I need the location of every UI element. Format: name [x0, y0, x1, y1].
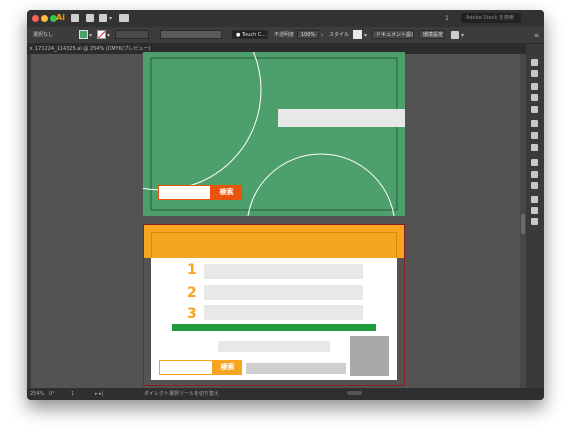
stock-search-input[interactable]: Adobe Stock を検索: [461, 13, 521, 23]
minimize-window-button[interactable]: [41, 15, 48, 22]
symbols-icon[interactable]: [531, 182, 538, 189]
style-label: スタイル: [329, 32, 350, 38]
layers-icon[interactable]: [531, 207, 538, 214]
style-chevron-icon[interactable]: ▾: [364, 31, 367, 40]
arrange-documents-icon[interactable]: [451, 31, 459, 39]
brush-definition-select[interactable]: ● Touch C...: [232, 30, 268, 39]
document-tab[interactable]: 171224_114325.ai @ 254% (CMYK/プレビュー): [35, 45, 151, 53]
header-band: [143, 224, 405, 258]
gradient-icon[interactable]: [531, 132, 538, 139]
brushes-icon[interactable]: [531, 106, 538, 113]
list-item-bar-2: [204, 285, 363, 300]
search-button-bottom[interactable]: 検索: [213, 360, 242, 375]
rotate-view-angle[interactable]: 0°: [49, 390, 55, 398]
list-number-1: 1: [187, 262, 197, 278]
control-panel-menu-icon[interactable]: ≡: [534, 31, 539, 40]
image-placeholder: [350, 336, 389, 376]
title-bar: Ai ▾ 1 Adobe Stock を検索: [27, 10, 544, 27]
search-button-top[interactable]: 検索: [211, 185, 242, 200]
footer-placeholder-bar: [246, 363, 346, 374]
document-settings-button[interactable]: ドキュメント設定: [372, 30, 414, 39]
close-window-button[interactable]: [32, 15, 39, 22]
selection-status: 選択なし: [33, 32, 54, 38]
workspace-switcher[interactable]: 1: [445, 14, 449, 23]
swatches-icon[interactable]: [531, 94, 538, 101]
artboards-icon[interactable]: [531, 218, 538, 225]
appearance-icon[interactable]: [531, 159, 538, 166]
list-number-2: 2: [187, 285, 197, 301]
artboard-top[interactable]: 検索: [143, 52, 405, 216]
export-icon[interactable]: [531, 196, 538, 203]
horizontal-scroll-thumb[interactable]: [347, 391, 362, 395]
preferences-button[interactable]: 環境設定: [419, 30, 445, 39]
artboard-number[interactable]: 1: [71, 390, 74, 398]
bridge-icon[interactable]: [71, 14, 79, 22]
caption-placeholder-bar: [218, 341, 330, 352]
brush-name: Touch C...: [241, 32, 267, 38]
search-input-bottom[interactable]: [159, 360, 213, 375]
artboard-nav-icon[interactable]: ▸ ▸|: [95, 390, 103, 398]
layout-chevron-icon[interactable]: ▾: [109, 14, 112, 23]
graphic-styles-icon[interactable]: [531, 171, 538, 178]
header-guide: [151, 232, 397, 258]
tool-hint: ダイレクト選択ツールを切り替え: [144, 391, 220, 397]
transparency-icon[interactable]: [531, 144, 538, 151]
zoom-level[interactable]: 254%: [30, 390, 44, 398]
app-logo: Ai: [56, 13, 65, 22]
properties-icon[interactable]: [531, 70, 538, 77]
control-bar: 選択なし ▾ ▾ ● Touch C... 不透明度 100% › スタイル ▾…: [27, 27, 544, 44]
gpu-performance-icon[interactable]: [119, 14, 129, 22]
graphic-style-swatch[interactable]: [353, 30, 362, 39]
decorative-circle-left: [143, 52, 262, 191]
opacity-chevron-icon[interactable]: ›: [321, 31, 323, 40]
list-item-bar-1: [204, 264, 363, 279]
artboard-bottom[interactable]: 1 2 3 検索: [143, 224, 405, 386]
variable-width-profile[interactable]: [160, 30, 222, 39]
status-bar: 254% 0° 1 ▸ ▸| ダイレクト選択ツールを切り替え: [27, 388, 544, 400]
stroke-weight-field[interactable]: [115, 30, 149, 39]
fill-swatch[interactable]: [79, 30, 88, 39]
arrange-chevron-icon[interactable]: ▾: [461, 31, 464, 40]
title-placeholder-bar: [278, 109, 405, 127]
stroke-swatch[interactable]: [97, 30, 106, 39]
libraries-icon[interactable]: [531, 59, 538, 66]
layout-icon[interactable]: [99, 14, 107, 22]
vertical-scroll-thumb[interactable]: [521, 214, 525, 234]
stroke-chevron-icon[interactable]: ▾: [107, 31, 110, 40]
green-divider-bar: [172, 324, 376, 331]
opacity-field[interactable]: 100%: [297, 30, 319, 39]
list-item-bar-3: [204, 305, 363, 320]
decorative-circle-right: [247, 153, 395, 216]
fill-chevron-icon[interactable]: ▾: [89, 31, 92, 40]
search-input-top[interactable]: [158, 185, 211, 200]
opacity-label[interactable]: 不透明度: [274, 31, 294, 39]
page-body: 1 2 3 検索: [151, 258, 397, 380]
list-number-3: 3: [187, 306, 197, 322]
right-panel-dock: [526, 44, 544, 388]
stock-icon[interactable]: [86, 14, 94, 22]
color-icon[interactable]: [531, 83, 538, 90]
stroke-icon[interactable]: [531, 120, 538, 127]
no-stroke-icon: [98, 31, 105, 38]
close-tab-icon[interactable]: ×: [29, 45, 33, 53]
